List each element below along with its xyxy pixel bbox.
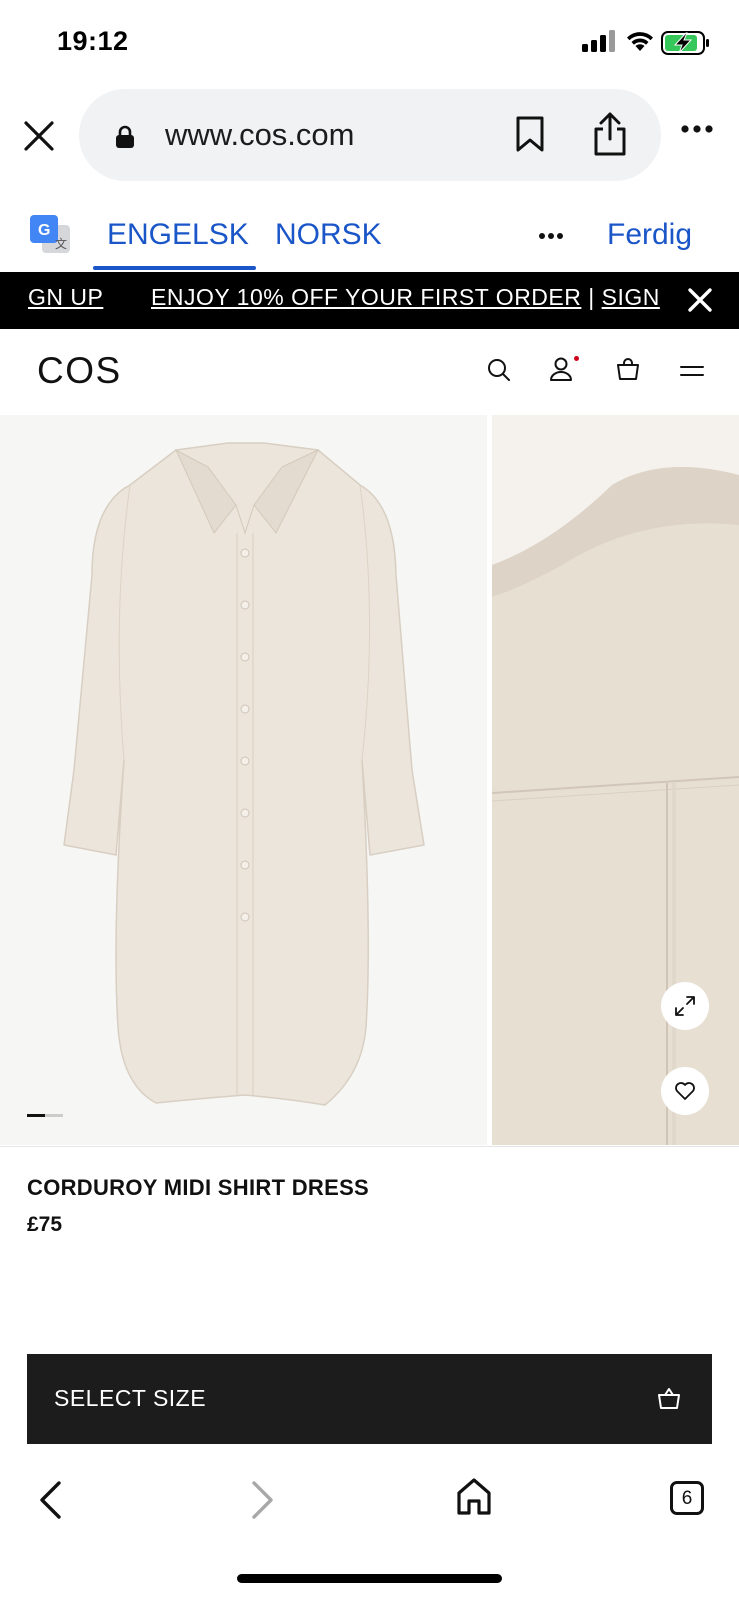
product-title: CORDUROY MIDI SHIRT DRESS [27,1175,370,1200]
translate-done-button[interactable]: Ferdig [607,218,692,252]
battery-charging-icon [661,31,709,55]
promo-separator: | [581,284,602,310]
home-indicator [237,1574,502,1583]
translate-more-icon[interactable] [538,232,564,240]
svg-text:G: G [38,222,50,239]
heart-icon [675,1082,695,1100]
select-size-button[interactable]: SELECT SIZE [27,1354,712,1444]
promo-offer-link[interactable]: ENJOY 10% OFF YOUR FIRST ORDER [151,284,581,310]
expand-icon [675,996,695,1016]
forward-arrow-icon[interactable] [248,1480,276,1520]
select-size-label: SELECT SIZE [54,1385,207,1411]
back-arrow-icon[interactable] [37,1480,65,1520]
more-options-icon[interactable] [680,124,714,134]
google-translate-icon[interactable]: G 文 [30,215,70,255]
promo-text: ENJOY 10% OFF YOUR FIRST ORDER | SIGN [151,284,660,311]
promo-banner: GN UP ENJOY 10% OFF YOUR FIRST ORDER | S… [0,272,739,329]
shopping-bag-icon[interactable] [616,357,640,381]
url-text[interactable]: www.cos.com [165,117,354,153]
home-icon[interactable] [455,1477,493,1517]
active-tab-indicator [93,266,256,270]
wifi-icon [627,32,653,51]
product-image-detail[interactable] [492,415,739,1145]
close-tab-icon[interactable] [20,117,58,155]
tab-count-button[interactable]: 6 [670,1481,704,1515]
product-image-main[interactable] [0,415,487,1145]
menu-icon[interactable] [680,364,704,378]
close-banner-icon[interactable] [686,286,714,314]
shopping-bag-icon [658,1388,680,1409]
product-price: £75 [27,1213,63,1236]
gallery-pagination-active [27,1114,45,1117]
signup-link-fragment[interactable]: GN UP [28,284,103,311]
tab-target-language[interactable]: NORSK [275,218,382,252]
cellular-signal-icon [582,30,615,52]
tab-source-language[interactable]: ENGELSK [107,218,249,252]
search-icon[interactable] [487,358,511,382]
account-icon[interactable] [549,356,573,382]
shirt-dress-illustration [63,442,425,1106]
signup-link[interactable]: SIGN [602,284,660,310]
notification-dot [574,356,579,361]
status-time: 19:12 [57,26,129,56]
bookmark-icon[interactable] [515,115,545,153]
lock-icon [116,125,134,148]
expand-image-button[interactable] [661,982,709,1030]
share-icon[interactable] [592,111,628,157]
site-logo[interactable]: COS [37,350,122,392]
divider [0,1146,739,1147]
wishlist-button[interactable] [661,1067,709,1115]
svg-text:文: 文 [55,236,67,251]
collar-detail-illustration [492,415,739,1145]
